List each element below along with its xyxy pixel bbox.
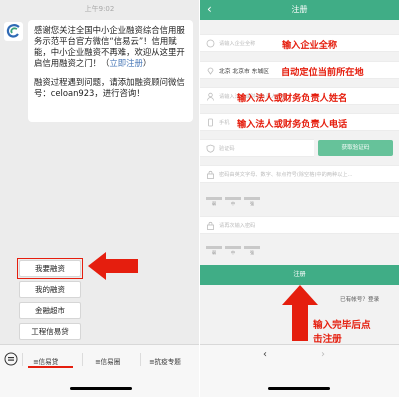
welcome-message-bubble: 感谢您关注全国中小企业融资综合信用服务示范平台官方微信“信易云”！信用赋能，中小… xyxy=(28,20,193,122)
screenshot: 上午9:02 感谢您关注全国中小企业融资综合信用服务示范平台官方微信“信易云”！… xyxy=(0,0,399,397)
annotation-company: 输入企业全称 xyxy=(282,40,338,51)
confirm-placeholder: 请再次输入密码 xyxy=(219,223,256,229)
consultant-text: 融资过程遇到问题，请添加融资顾问微信号：celoan923，进行咨询！ xyxy=(34,77,185,98)
register-now-link[interactable]: 立即注册 xyxy=(109,58,143,68)
code-placeholder: 验证码 xyxy=(219,146,235,152)
tab-underline xyxy=(28,366,73,368)
message-time: 上午9:02 xyxy=(84,5,115,13)
password-field[interactable]: 密码由英文字母、数字、标点符号(除空格)中的两种以上... xyxy=(200,165,399,183)
strength-strong-label: 强 xyxy=(250,201,254,206)
register-header: ‹ 注册 xyxy=(200,0,399,20)
annotation-phone: 输入法人或财务负责人电话 xyxy=(237,119,348,130)
register-panel: ‹ 注册 请输入企业全称 输入企业全称 北京 北京市 东城区 自动定位当前所在地… xyxy=(200,0,399,397)
strength-medium-label: 中 xyxy=(231,250,235,255)
keyboard-toggle-icon[interactable] xyxy=(4,352,18,366)
lock-icon xyxy=(207,221,214,230)
strength-weak-label: 弱 xyxy=(212,250,216,255)
password-placeholder: 密码由英文字母、数字、标点符号(除空格)中的两种以上... xyxy=(219,172,353,178)
brand-logo-icon xyxy=(6,24,20,38)
annotation-submit-line2: 击注册 xyxy=(313,334,342,345)
phone-icon xyxy=(208,118,213,127)
tab-anti-epidemic[interactable]: ≡抗疫专题 xyxy=(149,356,181,366)
confirm-password-field[interactable]: 请再次输入密码 xyxy=(200,216,399,234)
annotation-submit-line1: 输入完毕后点 xyxy=(313,320,371,331)
login-link[interactable]: 已有帐号？登录 xyxy=(340,295,379,303)
highlight-box xyxy=(17,258,83,279)
phone-placeholder: 手机 xyxy=(219,120,230,126)
home-indicator xyxy=(70,387,132,390)
account-avatar[interactable] xyxy=(4,22,23,41)
get-code-button[interactable]: 获取验证码 xyxy=(318,140,393,156)
menu-item-finance-market[interactable]: 金融超市 xyxy=(19,302,81,319)
lock-icon xyxy=(207,170,214,179)
tab-xinyidai[interactable]: ≡信易贷 xyxy=(33,356,58,366)
person-icon xyxy=(207,92,214,101)
panel-divider xyxy=(199,0,200,397)
menu-item-engineering-loan[interactable]: 工程信易贷 xyxy=(19,323,81,340)
company-icon xyxy=(206,39,215,48)
tab-divider xyxy=(82,353,83,366)
location-pin-icon xyxy=(207,67,214,75)
nav-back-icon[interactable]: ‹ xyxy=(263,349,267,360)
password-strength-meter: 弱 中 强 xyxy=(206,197,276,206)
wechat-chat-panel: 上午9:02 感谢您关注全国中小企业融资综合信用服务示范平台官方微信“信易云”！… xyxy=(0,0,199,397)
nav-forward-icon[interactable]: › xyxy=(321,349,325,360)
location-value: 北京 北京市 东城区 xyxy=(219,69,270,75)
tab-divider xyxy=(22,353,23,366)
menu-item-my-financing[interactable]: 我的融资 xyxy=(19,281,81,298)
password-strength-meter: 弱 中 强 xyxy=(206,246,276,255)
tab-divider xyxy=(140,353,141,366)
welcome-text-close: ） xyxy=(142,58,152,68)
red-arrow-left-icon xyxy=(88,252,138,280)
strength-strong-label: 强 xyxy=(250,250,254,255)
home-indicator xyxy=(268,387,330,390)
tab-xinyiquan[interactable]: ≡信易圈 xyxy=(95,356,120,366)
shield-icon xyxy=(206,144,215,153)
page-title: 注册 xyxy=(291,5,308,14)
company-placeholder: 请输入企业全称 xyxy=(219,41,256,47)
annotation-name: 输入法人或财务负责人姓名 xyxy=(237,93,348,104)
annotation-location: 自动定位当前所在地 xyxy=(281,67,364,78)
strength-weak-label: 弱 xyxy=(212,201,216,206)
register-button[interactable]: 注册 xyxy=(200,265,399,285)
strength-medium-label: 中 xyxy=(231,201,235,206)
verification-code-field[interactable]: 验证码 xyxy=(200,139,314,157)
